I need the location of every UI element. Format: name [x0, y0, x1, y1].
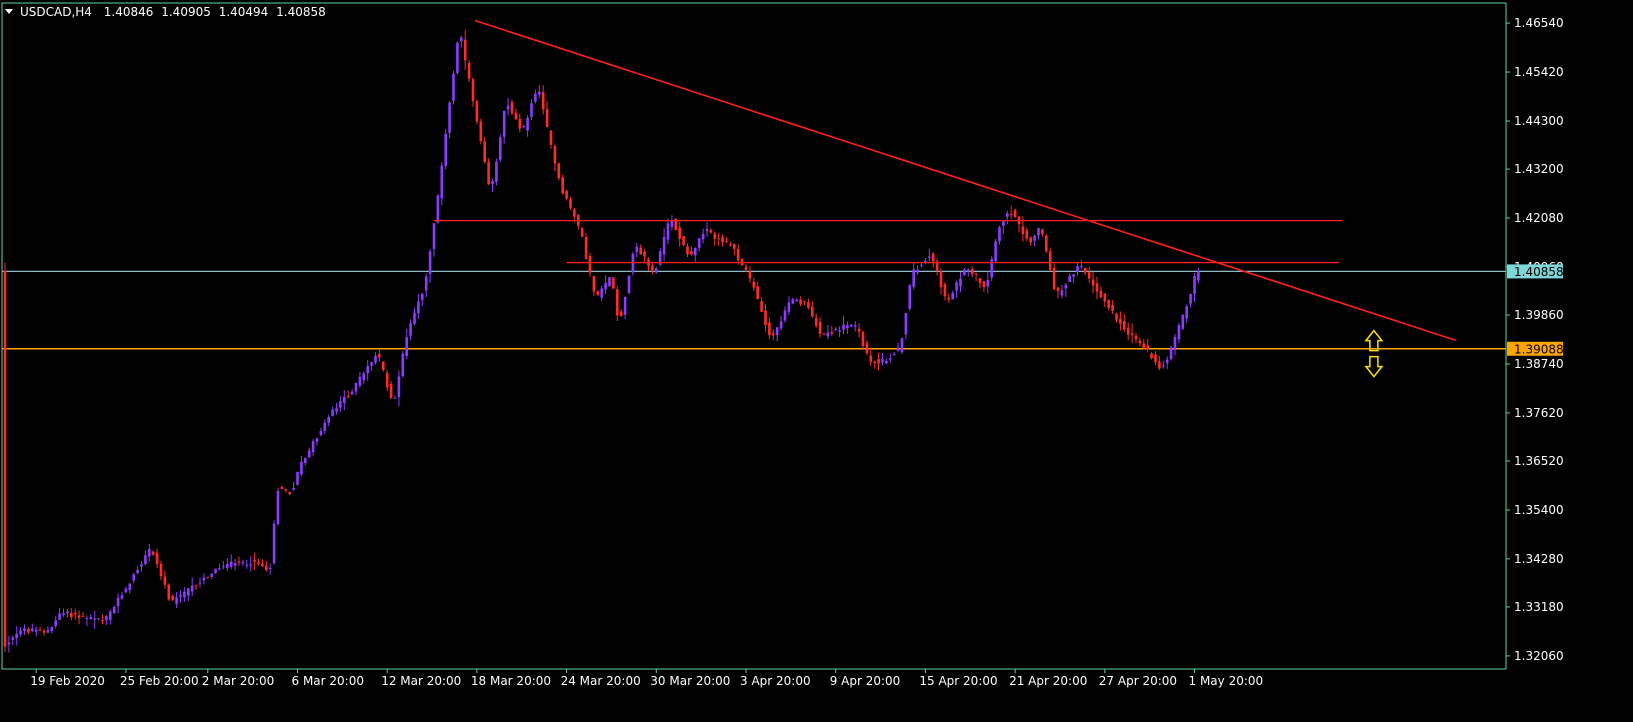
x-tick-label: 12 Mar 20:00	[381, 674, 461, 688]
y-tick-label: 1.37620	[1514, 406, 1564, 420]
y-tick-label: 1.45420	[1514, 65, 1564, 79]
candle	[1045, 233, 1048, 253]
y-tick-label: 1.42080	[1514, 211, 1564, 225]
low-price: 1.40494	[219, 5, 269, 19]
candle	[580, 227, 584, 238]
candle	[487, 158, 490, 186]
x-tick-label: 30 Mar 20:00	[650, 674, 730, 688]
candle	[584, 233, 588, 260]
x-tick-label: 19 Feb 2020	[30, 674, 105, 688]
y-tick-label: 1.35400	[1514, 503, 1564, 517]
high-price: 1.40905	[161, 5, 211, 19]
candle	[272, 520, 276, 566]
candle	[612, 277, 615, 289]
candle	[740, 258, 744, 266]
candle	[1181, 314, 1185, 330]
candle	[1013, 208, 1017, 219]
x-tick-label: 18 Mar 20:00	[471, 674, 551, 688]
x-tick-label: 27 Apr 20:00	[1099, 674, 1177, 688]
x-tick-label: 25 Feb 20:00	[120, 674, 199, 688]
candle	[900, 337, 904, 354]
y-tick-label: 1.44300	[1514, 114, 1564, 128]
y-tick-label: 1.38740	[1514, 357, 1564, 371]
candle	[631, 251, 635, 276]
candle	[994, 239, 997, 263]
candle	[561, 174, 564, 195]
y-tick-label: 1.32060	[1514, 649, 1564, 663]
x-tick-label: 2 Mar 20:00	[202, 674, 274, 688]
x-tick-label: 1 May 20:00	[1189, 674, 1264, 688]
x-tick-label: 9 Apr 20:00	[830, 674, 901, 688]
candle	[3, 262, 7, 652]
candle	[674, 217, 678, 231]
candle	[908, 284, 912, 311]
y-tick-label: 1.46540	[1514, 16, 1564, 30]
x-tick-label: 6 Mar 20:00	[292, 674, 365, 688]
y-tick-label: 1.34280	[1514, 552, 1564, 566]
candle	[608, 276, 611, 287]
y-tick-label: 1.43200	[1514, 162, 1564, 176]
x-tick-label: 21 Apr 20:00	[1009, 674, 1087, 688]
price-tag-label: 1.39088	[1514, 342, 1564, 356]
y-tick-label: 1.33180	[1514, 600, 1564, 614]
candle	[296, 471, 299, 486]
chart-background	[0, 0, 1633, 722]
candle	[167, 583, 171, 601]
x-tick-label: 24 Mar 20:00	[561, 674, 641, 688]
x-tick-label: 3 Apr 20:00	[740, 674, 811, 688]
candle	[557, 162, 561, 181]
svg-text:USDCAD,H4 1.40846: USDCAD,H4 1.40846 1.40905 1.40494 1.4085…	[20, 5, 326, 19]
candle	[475, 99, 479, 125]
candle	[276, 487, 280, 526]
price-tag-label: 1.40858	[1514, 265, 1564, 279]
candle	[456, 41, 459, 75]
price-tag: 1.40858	[1507, 264, 1564, 279]
candle	[627, 275, 631, 295]
open-price: 1.40846	[104, 5, 154, 19]
symbol-label: USDCAD,H4	[20, 5, 92, 19]
candle	[444, 129, 447, 170]
candle	[479, 118, 483, 145]
y-tick-label: 1.39860	[1514, 308, 1564, 322]
price-chart[interactable]: 1.46540 1.45420 1.44300 1.43200 1.42080 1.409…	[0, 0, 1633, 722]
candle	[495, 158, 498, 186]
candle	[682, 235, 685, 246]
candle	[1169, 345, 1173, 361]
candle	[448, 101, 451, 139]
chart-header: USDCAD,H4 1.40846 1.40905 1.40494 1.4085…	[5, 5, 326, 19]
candle	[436, 194, 440, 224]
candle	[499, 134, 502, 163]
candle	[401, 350, 405, 378]
price-tag: 1.39088	[1507, 341, 1564, 356]
candle	[510, 99, 514, 116]
x-tick-label: 15 Apr 20:00	[919, 674, 997, 688]
close-price: 1.40858	[276, 5, 326, 19]
candle	[452, 70, 455, 105]
y-tick-label: 1.36520	[1514, 454, 1564, 468]
